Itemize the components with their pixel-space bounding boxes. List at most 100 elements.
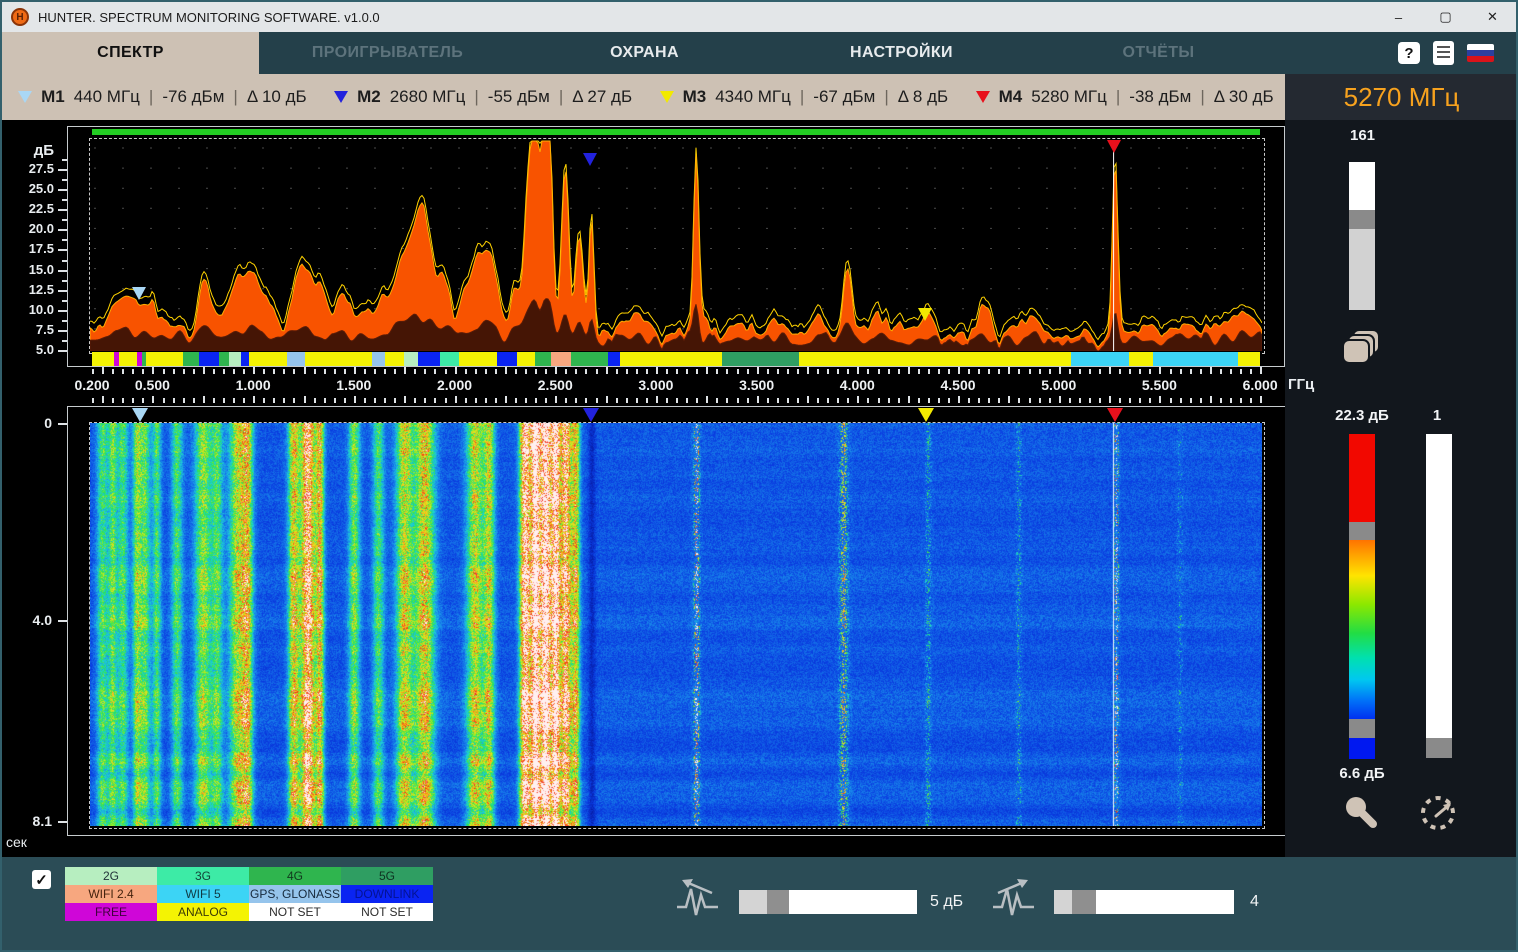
waterfall-y-tick — [58, 620, 67, 622]
tab-nastroyki[interactable]: НАСТРОЙКИ — [773, 32, 1030, 74]
x-axis-tick — [163, 369, 165, 374]
x-axis-tick — [233, 369, 235, 374]
scale-handle-lower[interactable] — [1349, 719, 1375, 738]
x-axis-tick — [545, 369, 547, 374]
threshold-slider-2[interactable] — [1054, 890, 1234, 914]
x-axis-tick — [304, 396, 306, 403]
slider-handle[interactable] — [1426, 738, 1452, 758]
x-axis-tick — [515, 398, 517, 403]
scale-handle-upper[interactable] — [1349, 522, 1375, 540]
spectrum-y-tick-label: 5.0 — [2, 342, 54, 357]
maximize-button[interactable]: ▢ — [1422, 2, 1469, 32]
spectrum-marker-M4[interactable] — [1107, 140, 1121, 153]
x-axis-tick-label: 5.000 — [1041, 377, 1076, 393]
band-segment — [183, 352, 199, 366]
spectrum-marker-M2[interactable] — [583, 153, 597, 166]
slider-handle[interactable] — [767, 890, 789, 914]
x-axis-tick — [384, 369, 386, 374]
band-legend: 2G3G4G5GWIFI 2.4WIFI 5GPS, GLONASSDOWNLI… — [65, 867, 433, 921]
x-axis-tick — [716, 398, 718, 403]
tab-otchety[interactable]: ОТЧЁТЫ — [1030, 32, 1287, 74]
spectrum-display[interactable] — [90, 139, 1262, 351]
spectrum-y-minor-tick — [62, 179, 67, 181]
x-axis-tick — [283, 369, 285, 374]
x-axis-tick — [102, 396, 104, 403]
waterfall-display[interactable] — [90, 423, 1262, 826]
gauge-icon[interactable] — [1415, 791, 1461, 835]
tab-ohrana[interactable]: ОХРАНА — [516, 32, 773, 74]
tab-spektr[interactable]: СПЕКТР — [2, 32, 259, 74]
spectrum-y-minor-tick — [62, 239, 67, 241]
legend-cell-not-set: NOT SET — [249, 903, 341, 921]
report-icon[interactable] — [1433, 41, 1454, 65]
window-title: HUNTER. SPECTRUM MONITORING SOFTWARE. v1… — [38, 10, 380, 25]
spectrum-y-tick-label: 25.0 — [2, 181, 54, 196]
x-axis-tick — [263, 398, 265, 403]
minimize-button[interactable]: – — [1375, 2, 1422, 32]
x-axis-tick — [414, 398, 416, 403]
x-axis-tick — [1008, 367, 1010, 374]
legend-cell-free: FREE — [65, 903, 157, 921]
x-axis-tick — [1230, 398, 1232, 403]
x-axis-tick-label: 2.000 — [437, 377, 472, 393]
separator: | — [233, 87, 237, 107]
tab-proigryvatel[interactable]: ПРОИГРЫВАТЕЛЬ — [259, 32, 516, 74]
threshold-slider-1[interactable] — [739, 890, 917, 914]
marker-handle-M4[interactable] — [1107, 408, 1123, 422]
x-axis-tick — [173, 398, 175, 403]
waterfall-y-unit: сек — [6, 834, 27, 850]
marker-handle-M3[interactable] — [918, 408, 934, 422]
frequency-band-strip — [90, 352, 1262, 366]
x-axis-tick — [1039, 369, 1041, 374]
x-axis-tick — [666, 398, 668, 403]
marker-handle-M1[interactable] — [132, 408, 148, 422]
band-segment — [620, 352, 723, 366]
x-axis-tick — [1260, 367, 1262, 374]
scale-gradient — [1349, 540, 1375, 719]
legend-cell-gps-glonass: GPS, GLONASS — [249, 885, 341, 903]
spectrum-live-trace — [90, 141, 1262, 351]
x-axis-tick — [122, 398, 124, 403]
band-segment — [199, 352, 219, 366]
tabbar-icons: ? — [1398, 32, 1494, 74]
x-axis-tick — [213, 398, 215, 403]
band-segment — [146, 352, 182, 366]
marker-handle-M2[interactable] — [583, 408, 599, 422]
x-axis-tick — [102, 367, 104, 374]
spectrum-y-tick-label: 15.0 — [2, 262, 54, 277]
x-axis-tick — [807, 396, 809, 403]
band-segment — [440, 352, 458, 366]
spectrum-marker-M1[interactable] — [132, 287, 146, 300]
bands-enable-checkbox[interactable]: ✓ — [32, 870, 51, 889]
zoom-icon[interactable] — [1341, 793, 1381, 833]
band-segment — [119, 352, 137, 366]
marker-readout-M4: M45280 МГц|-38 дБм|Δ 30 дБ — [964, 87, 1285, 107]
layers-icon[interactable] — [1341, 328, 1383, 368]
x-axis-tick — [726, 369, 728, 374]
waterfall-color-scale[interactable] — [1349, 434, 1375, 759]
waterfall-contrast-slider[interactable] — [1426, 434, 1452, 758]
x-axis-tick — [747, 398, 749, 403]
x-axis-tick — [112, 369, 114, 374]
slider-handle[interactable] — [1072, 890, 1096, 914]
slider-handle[interactable] — [1349, 210, 1375, 229]
x-axis-tick — [636, 398, 638, 403]
spectrum-y-minor-tick — [62, 340, 67, 342]
scan-rate-slider[interactable] — [1349, 162, 1375, 310]
slider-track — [789, 890, 917, 914]
spectrum-y-minor-tick — [62, 280, 67, 282]
waterfall-y-tick — [58, 821, 67, 823]
slider-track — [1349, 229, 1375, 310]
band-segment — [722, 352, 799, 366]
x-axis-tick — [122, 369, 124, 374]
x-axis-tick — [787, 398, 789, 403]
waterfall-y-tick-label: 0 — [2, 415, 52, 431]
spectrum-marker-M3[interactable] — [918, 308, 932, 321]
language-flag-icon[interactable] — [1467, 44, 1494, 62]
x-axis-tick — [1190, 369, 1192, 374]
help-icon[interactable]: ? — [1398, 42, 1420, 64]
close-button[interactable]: ✕ — [1469, 2, 1516, 32]
x-axis-tick — [1119, 369, 1121, 374]
bottom-bar: ✓ 2G3G4G5GWIFI 2.4WIFI 5GPS, GLONASSDOWN… — [2, 857, 1516, 952]
spectrum-y-tick — [58, 310, 67, 312]
